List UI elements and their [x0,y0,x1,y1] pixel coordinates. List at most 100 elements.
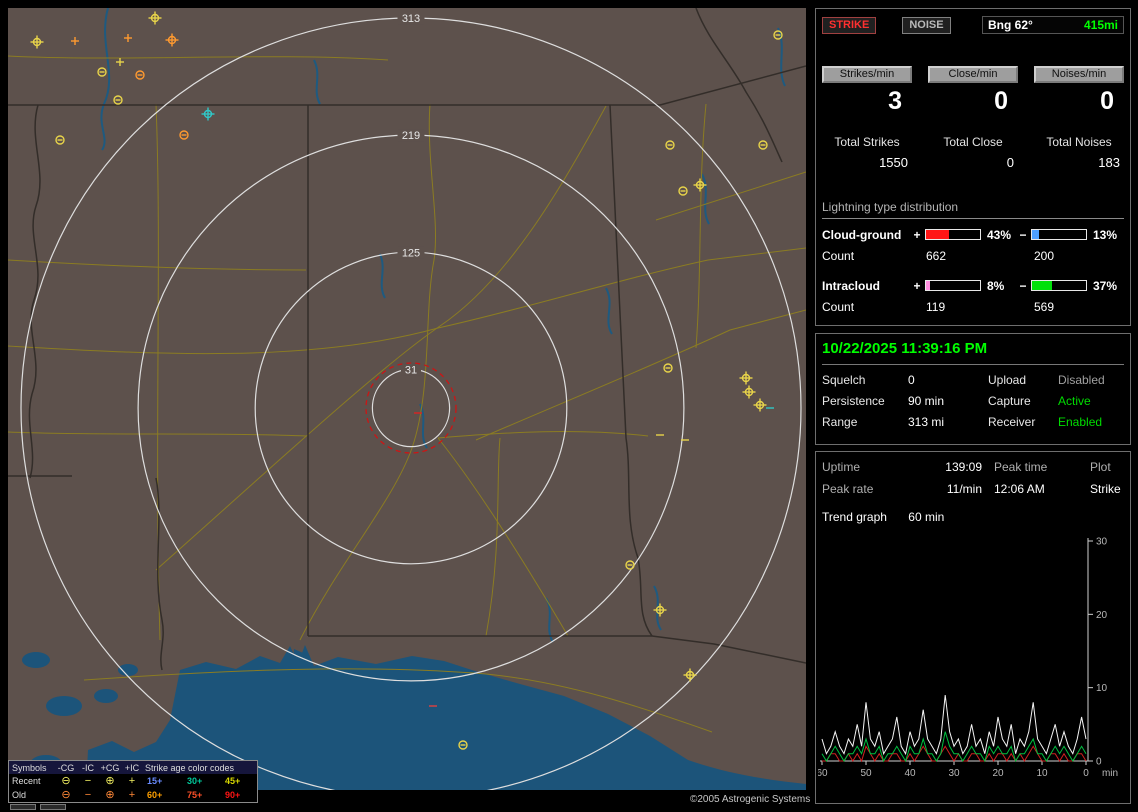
cg-positive-count: 662 [926,248,947,263]
strikes-per-min-button[interactable]: Strikes/min [822,65,912,83]
range-ring-31 [371,368,451,448]
legend-col-cg-neg: -CG [57,762,75,773]
roads [8,55,806,733]
legend-old-row: Old ⊖ − ⊕ + 60+ 75+ 90+ [9,788,257,802]
settings-panel: 10/22/2025 11:39:16 PM Squelch 0 Upload … [815,333,1131,445]
trend-graph-label: Trend graph [822,510,887,524]
plot-label: Plot [1090,460,1111,474]
upload-status: Disabled [1058,373,1105,387]
map-legend: Symbols -CG -IC +CG +IC Strike age color… [8,760,258,803]
plot-value: Strike [1090,482,1121,496]
intracloud-label: Intracloud [822,278,881,293]
ic-positive-pct: 8% [987,278,1005,293]
strike-cgp-icon [201,107,215,121]
distance-value: 415mi [1083,18,1118,32]
range-label: Range [822,415,858,429]
strike-button[interactable]: STRIKE [822,16,877,34]
legend-col-ic-neg: -IC [82,762,94,773]
strike-cgp-icon [30,35,44,49]
strike-cgp-icon [753,398,767,412]
ic-pos-symbol-icon: + [128,774,136,787]
age-90: 90+ [225,790,241,800]
trend-x-tick: 0 [1083,768,1089,779]
map-canvas: 313 219 125 31 [8,8,806,790]
peak-rate-value: 11/min [946,482,982,496]
strike-cgn-icon [97,67,107,77]
strike-cgp-icon [742,385,756,399]
squelch-value: 0 [908,373,915,387]
close-per-min-button[interactable]: Close/min [928,65,1018,83]
cloud-ground-label: Cloud-ground [822,227,902,242]
cloud-ground-count-row: Count 662 200 [822,249,1124,263]
legend-header: Symbols -CG -IC +CG +IC Strike age color… [9,761,257,774]
trend-series-strikes [821,694,1087,756]
strike-icp-icon [71,37,79,45]
trend-graph: 010203060 50 40 30 20 10 0 min [818,537,1118,780]
strike-cgn-icon [135,70,145,80]
close-per-min-value: 0 [994,86,1008,115]
trend-x-tick: 20 [992,768,1004,779]
ic-negative-count: 569 [1034,299,1055,314]
total-noises-value: 183 [1098,154,1120,170]
rate-stats: Strikes/min 3 Total Strikes 1550 Close/m… [822,64,1124,170]
plus-sign: + [913,278,921,293]
strike-icp-icon [124,34,132,42]
close-alarm-ring [365,362,457,454]
state-borders [8,8,806,671]
noises-per-min-column: Noises/min 0 Total Noises 183 [1034,64,1124,170]
status-sidebar: STRIKE NOISE Bng 62° 415mi Strikes/min 3… [815,8,1131,804]
range-ring-label: 219 [402,130,420,142]
peak-time-label: Peak time [994,460,1048,474]
ic-positive-bar [925,280,981,291]
trend-y-tick: 20 [1096,610,1108,621]
capture-label: Capture [988,394,1031,408]
uptime-value: 139:09 [945,460,982,474]
total-close-value: 0 [1006,154,1014,170]
count-label: Count [822,248,855,263]
cloud-ground-row: Cloud-ground + 43% − 13% [822,228,1124,242]
close-per-min-column: Close/min 0 Total Close 0 [928,64,1018,170]
count-label: Count [822,299,855,314]
intracloud-row: Intracloud + 8% − 37% [822,279,1124,293]
bottom-mini-button-2[interactable] [40,804,66,810]
trend-panel: Uptime 139:09 Peak time Plot Peak rate 1… [815,451,1131,804]
trend-x-tick: 50 [860,768,872,779]
age-30: 30+ [187,776,203,786]
intracloud-count-row: Count 119 569 [822,300,1124,314]
persistence-label: Persistence [822,394,885,408]
persistence-value: 90 min [908,394,945,408]
ic-neg-symbol-icon: − [84,774,92,787]
trend-y-tick: 0 [1096,757,1102,768]
cg-positive-pct: 43% [987,227,1012,242]
lightning-map[interactable]: 313 219 125 31 [8,8,806,790]
squelch-label: Squelch [822,373,866,387]
peak-time-value: 12:06 AM [994,482,1045,496]
range-value: 313 mi [908,415,945,429]
map-geography [8,8,806,790]
age-45: 45+ [225,776,241,786]
cg-positive-bar [925,229,981,240]
noises-per-min-value: 0 [1100,86,1114,115]
bearing-distance-display: Bng 62° 415mi [982,16,1124,34]
strike-cgp-icon [165,33,179,47]
noise-button[interactable]: NOISE [902,16,951,34]
strike-cgn-icon [179,130,189,140]
strike-cgp-icon [683,668,697,682]
cg-neg-symbol-icon: ⊖ [61,788,71,801]
cg-negative-bar [1031,229,1087,240]
range-ring-125 [254,251,568,565]
strike-cgn-icon [663,363,673,373]
strikes-per-min-value: 3 [888,86,902,115]
plus-sign: + [913,227,921,242]
strike-icp-icon [116,58,124,66]
strike-cgp-icon [653,603,667,617]
minus-sign: − [1019,227,1027,242]
legend-age-title: Strike age color codes [145,762,235,773]
ic-pos-symbol-icon: + [128,788,136,801]
cg-negative-pct: 13% [1093,227,1118,242]
total-strikes-label: Total Strikes [834,134,900,149]
bearing-value: Bng 62° [988,18,1033,32]
noises-per-min-button[interactable]: Noises/min [1034,65,1124,83]
trend-window-value: 60 min [908,510,945,524]
bottom-mini-button-1[interactable] [10,804,36,810]
